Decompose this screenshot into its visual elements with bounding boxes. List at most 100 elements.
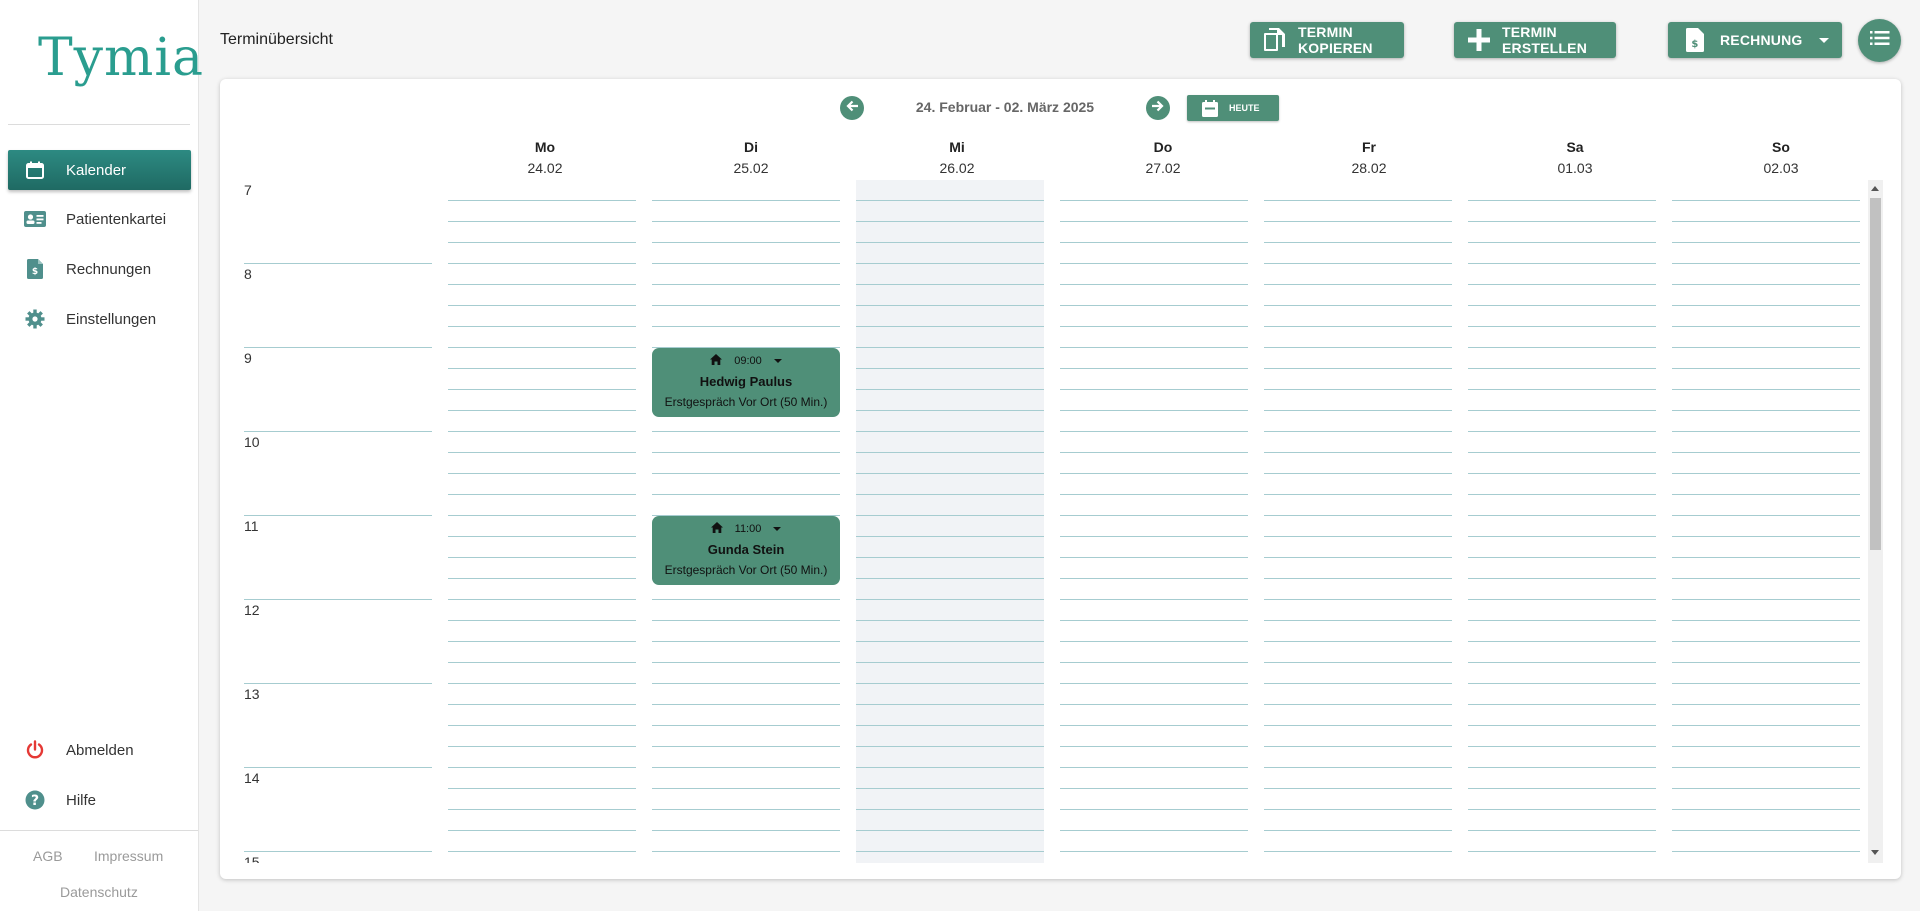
agb-link[interactable]: AGB	[33, 848, 63, 864]
day-date: 26.02	[939, 160, 975, 176]
appointment-card[interactable]: 11:00 Gunda Stein Erstgespräch Vor Ort (…	[652, 516, 840, 585]
time-slot-rule	[1468, 641, 1656, 642]
time-slot-rule	[1672, 242, 1860, 243]
time-slot-rule	[856, 536, 1044, 537]
time-slot-rule	[1060, 389, 1248, 390]
time-slot-rule	[856, 683, 1044, 684]
time-slot-rule	[1468, 431, 1656, 432]
app-logo[interactable]: Tymia	[38, 28, 204, 88]
list-icon	[1869, 30, 1890, 51]
copy-appointment-button[interactable]: TERMIN KOPIEREN	[1250, 22, 1404, 58]
time-slot-rule	[856, 473, 1044, 474]
time-slot-rule	[448, 851, 636, 852]
divider	[8, 124, 190, 125]
divider	[0, 830, 198, 831]
scroll-up-arrow[interactable]	[1871, 186, 1879, 191]
time-slot-rule	[448, 515, 636, 516]
time-slot-rule	[448, 536, 636, 537]
invoice-dropdown-button[interactable]: $ RECHNUNG	[1668, 22, 1842, 58]
time-slot-rule	[1060, 788, 1248, 789]
time-slot-rule	[652, 809, 840, 810]
time-slot-rule	[856, 599, 1044, 600]
sidebar-item-rechnungen[interactable]: $ Rechnungen	[8, 249, 191, 289]
time-slot-rule	[1468, 389, 1656, 390]
help-icon: ?	[24, 789, 46, 811]
logout-button[interactable]: Abmelden	[8, 730, 191, 770]
time-slot-rule	[1264, 620, 1452, 621]
caret-down-icon[interactable]	[773, 359, 782, 363]
time-slot-rule	[652, 599, 840, 600]
day-column-so[interactable]	[1672, 180, 1860, 863]
caret-down-icon	[1818, 37, 1829, 43]
hour-rule	[244, 599, 432, 600]
time-slot-rule	[652, 725, 840, 726]
time-slot-rule	[1672, 746, 1860, 747]
arrow-left-icon	[845, 99, 859, 118]
time-slot-rule	[448, 389, 636, 390]
time-slot-rule	[1060, 536, 1248, 537]
caret-down-icon[interactable]	[773, 527, 782, 531]
time-slot-rule	[448, 305, 636, 306]
time-slot-rule	[1468, 746, 1656, 747]
hour-label: 12	[244, 602, 260, 618]
datenschutz-link[interactable]: Datenschutz	[60, 884, 138, 900]
impressum-link[interactable]: Impressum	[94, 848, 163, 864]
time-slot-rule	[1060, 830, 1248, 831]
svg-text:$: $	[32, 267, 38, 277]
menu-button[interactable]	[1858, 19, 1901, 62]
time-slot-rule	[448, 746, 636, 747]
time-slot-rule	[856, 809, 1044, 810]
appointment-card[interactable]: 09:00 Hedwig Paulus Erstgespräch Vor Ort…	[652, 348, 840, 417]
time-slot-rule	[1672, 830, 1860, 831]
scroll-down-arrow[interactable]	[1871, 850, 1879, 855]
arrow-right-icon	[1151, 99, 1165, 118]
prev-week-button[interactable]	[840, 96, 864, 120]
time-slot-rule	[1672, 725, 1860, 726]
time-slot-rule	[1264, 746, 1452, 747]
time-slot-rule	[652, 452, 840, 453]
time-slot-rule	[1060, 326, 1248, 327]
time-slot-rule	[1468, 494, 1656, 495]
id-card-icon	[24, 208, 46, 230]
day-column-sa[interactable]	[1468, 180, 1656, 863]
time-slot-rule	[1672, 683, 1860, 684]
sidebar-item-patientenkartei[interactable]: Patientenkartei	[8, 199, 191, 239]
time-slot-rule	[1468, 410, 1656, 411]
time-slot-rule	[448, 704, 636, 705]
create-appointment-button[interactable]: TERMIN ERSTELLEN	[1454, 22, 1616, 58]
time-slot-rule	[1060, 620, 1248, 621]
time-slot-rule	[856, 389, 1044, 390]
scroll-thumb[interactable]	[1870, 198, 1881, 550]
day-column-fr[interactable]	[1264, 180, 1452, 863]
time-slot-rule	[1672, 767, 1860, 768]
time-slot-rule	[856, 767, 1044, 768]
invoice-icon: $	[24, 258, 46, 280]
home-icon	[710, 522, 723, 536]
time-slot-rule	[1060, 494, 1248, 495]
time-slot-rule	[856, 431, 1044, 432]
time-slot-rule	[1672, 473, 1860, 474]
day-column-mo[interactable]	[448, 180, 636, 863]
day-column-do[interactable]	[1060, 180, 1248, 863]
day-column-mi[interactable]	[856, 180, 1044, 863]
time-slot-rule	[1060, 746, 1248, 747]
time-slot-rule	[448, 662, 636, 663]
help-button[interactable]: ? Hilfe	[8, 780, 191, 820]
time-slot-rule	[1060, 767, 1248, 768]
time-slot-rule	[1468, 221, 1656, 222]
home-icon	[710, 354, 723, 368]
sidebar-item-einstellungen[interactable]: Einstellungen	[8, 299, 191, 339]
next-week-button[interactable]	[1146, 96, 1170, 120]
scrollbar[interactable]	[1868, 180, 1883, 863]
day-header-di: Di 25.02	[658, 139, 844, 176]
page-title: Terminübersicht	[220, 31, 333, 48]
time-slot-rule	[448, 809, 636, 810]
sidebar-item-kalender[interactable]: Kalender	[8, 150, 191, 190]
today-button[interactable]: HEUTE	[1187, 95, 1279, 121]
appointment-type: Erstgespräch Vor Ort (50 Min.)	[664, 395, 828, 409]
time-slot-rule	[448, 599, 636, 600]
create-appointment-label: TERMIN ERSTELLEN	[1502, 24, 1588, 56]
time-slot-rule	[1468, 851, 1656, 852]
time-slot-rule	[448, 368, 636, 369]
time-slot-rule	[448, 788, 636, 789]
